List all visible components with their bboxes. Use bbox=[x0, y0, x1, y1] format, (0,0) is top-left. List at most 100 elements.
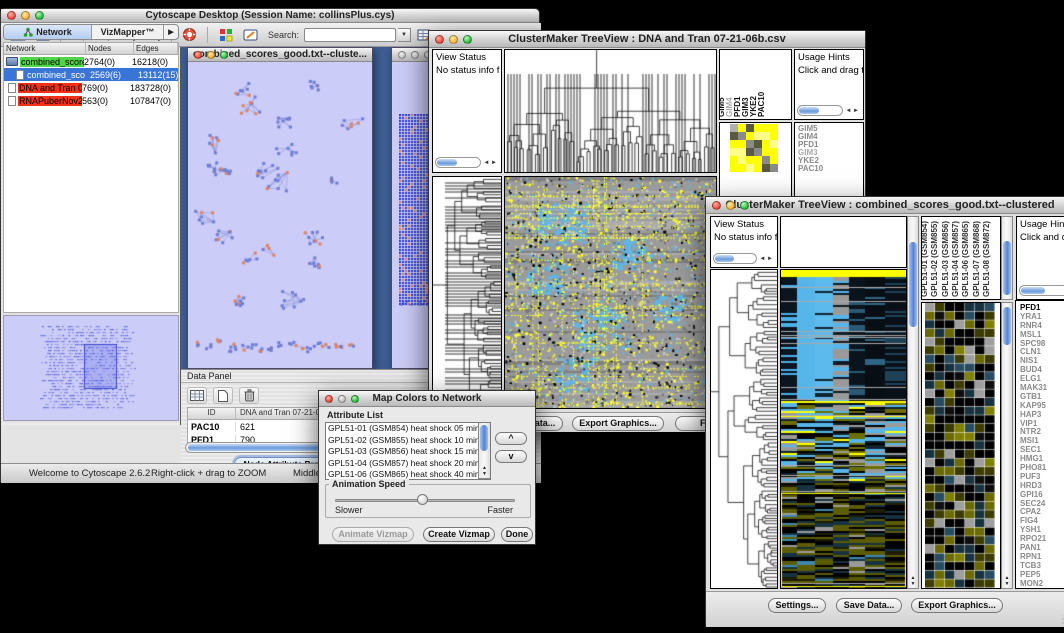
gene-label[interactable]: RPN1 bbox=[1020, 552, 1064, 561]
matrix-cell[interactable] bbox=[746, 132, 754, 140]
similarity-matrix[interactable] bbox=[730, 124, 778, 172]
column-dendrogram-canvas[interactable] bbox=[505, 50, 716, 172]
gene-label[interactable]: SEC1 bbox=[1020, 445, 1064, 454]
scrollbar-thumb[interactable] bbox=[480, 425, 488, 451]
attribute-item[interactable]: GPL51-03 (GSM856) heat shock 15 min bbox=[326, 446, 490, 458]
heatmap-canvas[interactable] bbox=[505, 177, 716, 408]
minimize-button[interactable] bbox=[411, 51, 419, 59]
gene-label[interactable]: HRD3 bbox=[1020, 481, 1064, 490]
matrix-cell[interactable] bbox=[738, 132, 746, 140]
tab-overflow-arrow[interactable]: ▶ bbox=[164, 25, 178, 39]
help-icon[interactable] bbox=[178, 25, 201, 45]
matrix-cell[interactable] bbox=[746, 156, 754, 164]
close-button[interactable] bbox=[194, 51, 202, 59]
scrollbar-track[interactable] bbox=[1019, 285, 1064, 296]
move-up-button[interactable]: ^ bbox=[495, 432, 527, 445]
scrollbar-arrows-icon[interactable]: ▲▼ bbox=[479, 465, 490, 477]
usage-scrollbar[interactable] bbox=[1019, 284, 1064, 297]
zoom-button[interactable] bbox=[463, 35, 472, 44]
zoom-button[interactable] bbox=[351, 395, 359, 403]
scrollbar-arrows-icon[interactable]: ◄ ► bbox=[481, 160, 499, 166]
slider-thumb[interactable] bbox=[417, 494, 428, 505]
matrix-cell[interactable] bbox=[770, 140, 778, 148]
treeview2-titlebar[interactable]: ClusterMaker TreeView : combined_scores_… bbox=[706, 197, 1064, 214]
array-label[interactable]: GPL51-08 (GSM872) bbox=[983, 221, 991, 297]
close-button[interactable] bbox=[325, 395, 333, 403]
matrix-cell[interactable] bbox=[730, 140, 738, 148]
matrix-cell[interactable] bbox=[762, 156, 770, 164]
gene-label[interactable]: PHO81 bbox=[1020, 463, 1064, 472]
matrix-cell[interactable] bbox=[770, 124, 778, 132]
gene-label[interactable]: SPC98 bbox=[1020, 339, 1064, 348]
array-label[interactable]: GPL51-02 (GSM855) bbox=[931, 221, 939, 297]
main-titlebar[interactable]: Cytoscape Desktop (Session Name: collins… bbox=[1, 9, 539, 23]
network-view-canvas[interactable] bbox=[188, 62, 372, 368]
matrix-cell[interactable] bbox=[738, 164, 746, 172]
create-vizmap-button[interactable]: Create Vizmap bbox=[423, 527, 495, 542]
gene-label[interactable]: HMG1 bbox=[1020, 454, 1064, 463]
minimize-button[interactable] bbox=[338, 395, 346, 403]
matrix-cell[interactable] bbox=[762, 124, 770, 132]
gene-label[interactable]: MAK31 bbox=[1020, 383, 1064, 392]
scrollbar-thumb[interactable] bbox=[715, 255, 734, 262]
matrix-cell[interactable] bbox=[762, 148, 770, 156]
matrix-cell[interactable] bbox=[762, 164, 770, 172]
scrollbar-track[interactable] bbox=[713, 253, 757, 264]
zoom-vscrollbar[interactable]: ▲▼ bbox=[1001, 302, 1013, 589]
scrollbar-thumb[interactable] bbox=[1003, 241, 1011, 295]
settings-button[interactable]: Settings... bbox=[768, 598, 826, 613]
zoom-heatmap-canvas[interactable] bbox=[925, 303, 995, 588]
tab-vizmapper[interactable]: VizMapper™ bbox=[92, 25, 164, 39]
matrix-cell[interactable] bbox=[770, 156, 778, 164]
gene-label[interactable]: KAP95 bbox=[1020, 401, 1064, 410]
gene-label[interactable]: PFD1 bbox=[1020, 303, 1064, 312]
animate-vizmap-button[interactable]: Animate Vizmap bbox=[332, 527, 414, 542]
array-label[interactable]: GPL51-03 (GSM856) bbox=[942, 221, 950, 297]
scrollbar-arrows-icon[interactable]: ▲▼ bbox=[908, 575, 918, 587]
gene-label[interactable]: GTB1 bbox=[1020, 392, 1064, 401]
network-row[interactable]: RNAPuberNov2+ 563(0) 107847(0) bbox=[4, 94, 178, 107]
matrix-cell[interactable] bbox=[770, 148, 778, 156]
delete-attribute-icon[interactable] bbox=[239, 387, 259, 404]
matrix-cell[interactable] bbox=[754, 156, 762, 164]
gene-label[interactable]: MON2 bbox=[1020, 579, 1064, 588]
array-label[interactable]: GPL51-06 (GSM865) bbox=[962, 221, 970, 297]
minimize-button[interactable] bbox=[449, 35, 458, 44]
heatmap-vscrollbar[interactable]: ▲▼ bbox=[907, 216, 919, 589]
close-button[interactable] bbox=[435, 35, 444, 44]
row-dendrogram-canvas[interactable] bbox=[433, 177, 501, 408]
matrix-cell[interactable] bbox=[746, 164, 754, 172]
minimize-button[interactable] bbox=[726, 201, 735, 210]
attribute-item[interactable]: GPL51-02 (GSM855) heat shock 10 min bbox=[326, 435, 490, 447]
matrix-cell[interactable] bbox=[762, 140, 770, 148]
zoom-button[interactable] bbox=[220, 51, 228, 59]
minimize-button[interactable] bbox=[207, 51, 215, 59]
zoom-button[interactable] bbox=[740, 201, 749, 210]
dialog-titlebar[interactable]: Map Colors to Network bbox=[319, 391, 535, 407]
save-data-button[interactable]: Save Data... bbox=[836, 598, 902, 613]
matrix-cell[interactable] bbox=[754, 164, 762, 172]
search-input[interactable] bbox=[304, 28, 396, 42]
close-button[interactable] bbox=[398, 51, 406, 59]
export-graphics-button[interactable]: Export Graphics... bbox=[911, 598, 1003, 613]
matrix-cell[interactable] bbox=[738, 124, 746, 132]
matrix-cell[interactable] bbox=[746, 148, 754, 156]
network-row[interactable]: combined_sco 2569(6) 13112(15) bbox=[4, 68, 178, 81]
network-row[interactable]: combined_scores 2764(0) 16218(0) bbox=[4, 55, 178, 68]
matrix-cell[interactable] bbox=[730, 156, 738, 164]
scrollbar-thumb[interactable] bbox=[909, 242, 917, 327]
dropdown-arrow-icon[interactable]: ▼ bbox=[398, 28, 411, 42]
matrix-cell[interactable] bbox=[746, 124, 754, 132]
network-view-canvas[interactable] bbox=[399, 114, 431, 306]
gene-label[interactable]: GPI16 bbox=[1020, 490, 1064, 499]
scrollbar-arrows-icon[interactable]: ◄ ► bbox=[843, 108, 861, 114]
gene-label[interactable]: PEP5 bbox=[1020, 570, 1064, 579]
gene-label[interactable]: NIS1 bbox=[1020, 356, 1064, 365]
gene-label[interactable]: YRA1 bbox=[1020, 312, 1064, 321]
array-label[interactable]: GPL51-01 (GSM854) bbox=[921, 221, 929, 297]
gene-label[interactable]: MSI1 bbox=[1020, 436, 1064, 445]
close-button[interactable] bbox=[712, 201, 721, 210]
gene-label[interactable]: PAC10 bbox=[798, 165, 863, 173]
gene-label[interactable]: TCB3 bbox=[1020, 561, 1064, 570]
scrollbar-arrows-icon[interactable]: ▲▼ bbox=[1002, 575, 1012, 587]
